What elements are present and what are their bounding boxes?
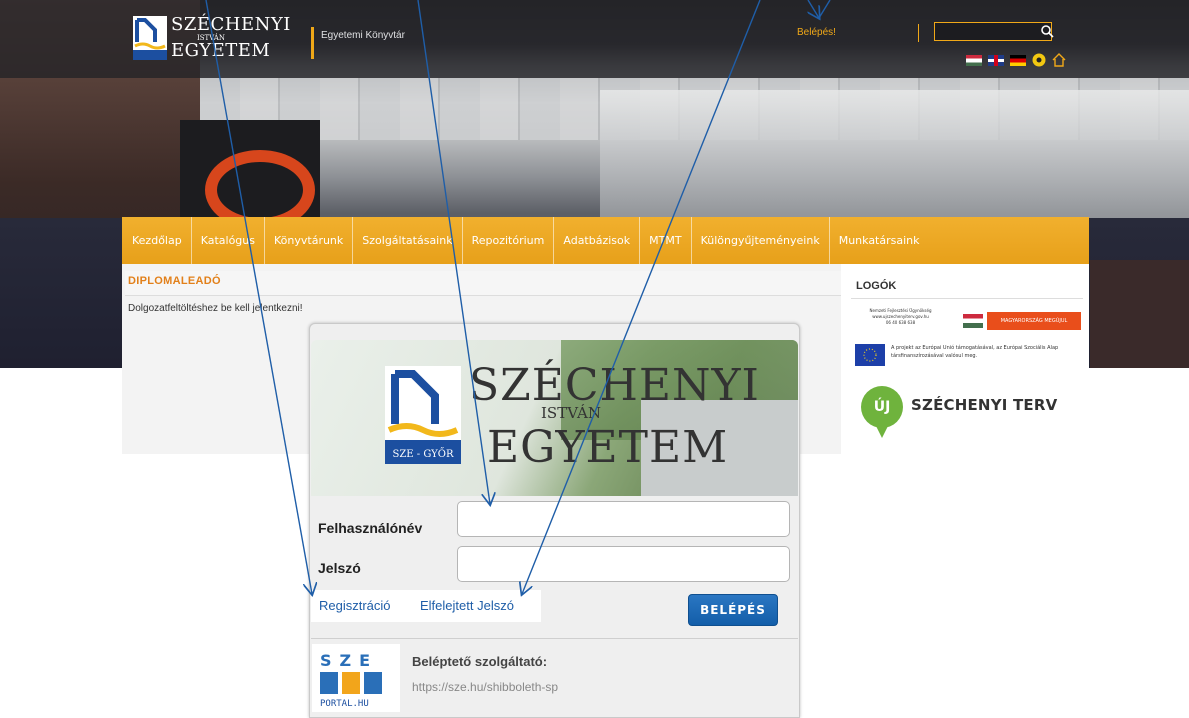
eu-funding-text: A projekt az Európai Unió támogatásával,… — [891, 345, 1059, 359]
home-icon[interactable] — [1052, 53, 1066, 67]
nav-item-special-collections[interactable]: Különgyűjteményeink — [692, 217, 830, 264]
logo-line3: EGYETEM — [171, 40, 271, 61]
accessibility-icon[interactable] — [1032, 53, 1046, 67]
svg-text:SZE: SZE — [320, 651, 378, 670]
sze-logo-mark-icon: SZE - GYŐR — [385, 366, 461, 464]
university-logo[interactable]: SZÉCHENYI ISTVÁN EGYETEM — [133, 14, 290, 62]
search-box — [934, 22, 1052, 44]
site-name-link[interactable]: Egyetemi Könyvtár — [321, 30, 405, 41]
nfu-banner[interactable]: Nemzeti Fejlesztési Ügynökség www.ujszec… — [853, 306, 1083, 374]
nav-item-databases[interactable]: Adatbázisok — [554, 217, 641, 264]
map-pin-icon: ÚJ — [861, 386, 903, 428]
main-title-bar — [125, 271, 841, 296]
flag-en-icon[interactable] — [988, 54, 1004, 66]
map-pin-tail — [875, 424, 889, 438]
login-link[interactable]: Belépés! — [797, 27, 836, 38]
logo-line1: SZÉCHENYI — [171, 14, 291, 35]
agency-text: Nemzeti Fejlesztési Ügynökség www.ujszec… — [853, 308, 948, 326]
language-switcher — [966, 53, 1066, 67]
nav-item-mtmt[interactable]: MTMT — [640, 217, 692, 264]
main-nav: Kezdőlap Katalógus Könyvtárunk Szolgálta… — [122, 217, 1089, 264]
login-submit-button[interactable]: BELÉPÉS — [688, 594, 778, 626]
password-field[interactable] — [457, 546, 790, 582]
flag-hu-icon[interactable] — [966, 54, 982, 66]
login-logo-line2: ISTVÁN — [541, 404, 601, 422]
nav-item-home[interactable]: Kezdőlap — [122, 217, 192, 264]
login-divider — [311, 638, 798, 639]
sze-logo-mark-icon — [133, 16, 167, 60]
hu-flag-icon — [963, 314, 983, 328]
top-bar: SZÉCHENYI ISTVÁN EGYETEM Egyetemi Könyvt… — [0, 0, 1189, 78]
agency-line3: 06 40 638 638 — [885, 320, 916, 325]
login-logo-line1: SZÉCHENYI — [469, 360, 760, 411]
nav-item-catalog[interactable]: Katalógus — [192, 217, 265, 264]
header-divider — [918, 24, 919, 42]
provider-title: Beléptető szolgáltató: — [412, 654, 548, 669]
flag-de-icon[interactable] — [1010, 54, 1026, 66]
page-title: DIPLOMALEADÓ — [128, 275, 221, 287]
search-icon[interactable] — [1040, 24, 1054, 38]
username-label: Felhasználónév — [318, 520, 423, 536]
hero-right-panel — [1090, 260, 1189, 368]
nav-item-staff[interactable]: Munkatársaink — [830, 217, 929, 264]
sidebar-title: LOGÓK — [856, 280, 897, 292]
login-dialog: SZE - GYŐR SZÉCHENYI ISTVÁN EGYETEM Felh… — [309, 323, 800, 718]
sidebar-divider — [851, 298, 1083, 299]
portal-logo: SZE PORTAL.HU — [312, 644, 400, 712]
nav-item-library[interactable]: Könyvtárunk — [265, 217, 354, 264]
password-label: Jelszó — [318, 560, 361, 576]
site-name-divider — [311, 27, 314, 59]
szechenyi-terv-label: SZÉCHENYI TERV — [911, 396, 1058, 414]
portal-logo-icon: SZE PORTAL.HU — [312, 644, 400, 712]
szechenyi-terv-banner[interactable]: ÚJ SZÉCHENYI TERV — [853, 378, 1083, 454]
hero-windows — [600, 90, 1189, 220]
login-required-notice: Dolgozatfeltöltéshez be kell jelentkezni… — [128, 303, 303, 314]
nav-item-services[interactable]: Szolgáltatásaink — [353, 217, 463, 264]
search-input[interactable] — [935, 27, 1035, 44]
login-header-image: SZE - GYŐR SZÉCHENYI ISTVÁN EGYETEM — [311, 340, 798, 496]
eu-flag-icon — [855, 344, 885, 366]
login-logo-line3: EGYETEM — [487, 422, 729, 473]
provider-url: https://sze.hu/shibboleth-sp — [412, 680, 559, 694]
forgot-password-link[interactable]: Elfelejtett Jelszó — [420, 598, 514, 613]
nav-item-repository[interactable]: Repozitórium — [463, 217, 555, 264]
username-field[interactable] — [457, 501, 790, 537]
hu-renewal-badge: MAGYARORSZÁG MEGÚJUL — [987, 312, 1081, 330]
sidebar: LOGÓK Nemzeti Fejlesztési Ügynökség www.… — [851, 270, 1089, 454]
svg-text:SZE - GYŐR: SZE - GYŐR — [393, 447, 454, 460]
login-links: Regisztráció Elfelejtett Jelszó — [311, 590, 541, 622]
register-link[interactable]: Regisztráció — [319, 598, 391, 613]
svg-text:PORTAL.HU: PORTAL.HU — [320, 699, 369, 709]
